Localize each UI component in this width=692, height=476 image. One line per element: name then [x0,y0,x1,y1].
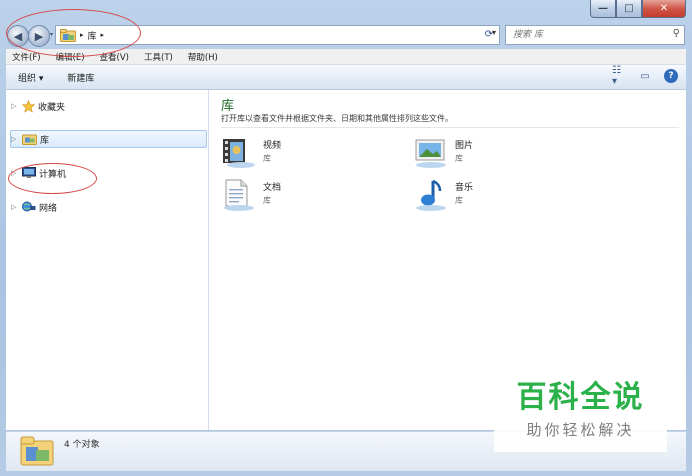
menu-bar: 文件(F) 编辑(E) 查看(V) 工具(T) 帮助(H) [6,49,686,65]
recent-pages-dropdown-icon[interactable]: ▾ [50,31,53,38]
title-bar: — □ ✕ [0,0,692,22]
menu-help[interactable]: 帮助(H) [182,51,218,63]
pictures-library-icon [415,139,446,168]
watermark-title: 百科全说 [516,379,645,415]
nav-label-computer: 计算机 [39,169,67,180]
address-row: ◀ ▶ ▾ ▸ 库 ▸ ▾ ⟳ ⚲ [0,22,692,47]
library-type: 库 [455,196,463,205]
item-count: 4 个对象 [64,440,100,450]
computer-icon [22,167,36,178]
breadcrumb-item-libraries[interactable]: 库 [88,29,97,42]
refresh-icon: ⟳ [484,28,494,40]
library-name: 视频 [263,141,282,151]
nav-item-favorites[interactable]: ▷ 收藏夹 [11,98,65,114]
maximize-button[interactable]: □ [616,0,642,18]
menu-edit[interactable]: 编辑(E) [50,51,85,63]
network-icon [22,201,36,212]
menu-tools[interactable]: 工具(T) [138,51,173,63]
library-name: 图片 [455,141,474,151]
new-library-button[interactable]: 新建库 [67,71,94,84]
help-icon[interactable]: ? [664,69,678,83]
back-arrow-icon: ◀ [13,29,23,43]
command-bar: 组织 ▾ 新建库 ☷ ▾ ▭ ? [6,65,686,90]
refresh-button[interactable]: ⟳ [481,26,497,42]
search-input[interactable] [511,29,665,41]
expand-arrow-icon[interactable]: ▷ [11,169,19,177]
nav-item-network[interactable]: ▷ 网络 [11,199,57,215]
nav-item-libraries[interactable]: ▷ 库 [10,130,207,148]
page-title: 库 [221,99,235,114]
breadcrumb-chevron-icon[interactable]: ▸ [101,31,105,39]
nav-label-favorites: 收藏夹 [38,102,66,113]
library-item-videos[interactable]: 视频 库 [221,136,281,170]
watermark: 百科全说 助你轻松解决 [494,368,667,452]
nav-label-network: 网络 [39,203,58,214]
page-description: 打开库以查看文件并根据文件夹、日期和其他属性排列这些文件。 [221,114,453,123]
divider [221,127,679,128]
change-view-icon[interactable]: ☷ ▾ [612,65,626,87]
library-item-pictures[interactable]: 图片 库 [413,136,473,170]
documents-library-icon [224,179,254,211]
close-button[interactable]: ✕ [642,0,686,18]
library-type: 库 [263,154,271,163]
expand-arrow-icon[interactable]: ▷ [11,102,19,110]
library-folder-icon [22,134,37,145]
back-button[interactable]: ◀ [7,25,29,47]
forward-button[interactable]: ▶ [28,25,50,47]
library-type: 库 [455,154,463,163]
navigation-pane: ▷ 收藏夹 ▷ 库 ▷ 计算机 ▷ 网络 [6,90,209,430]
window-controls: — □ ✕ [590,0,686,18]
explorer-window: — □ ✕ ◀ ▶ ▾ ▸ 库 ▸ ▾ ⟳ ⚲ [0,0,692,476]
preview-pane-icon[interactable]: ▭ [638,69,652,83]
watermark-subtitle: 助你轻松解决 [526,420,635,439]
breadcrumb-separator-icon[interactable]: ▸ [80,31,84,39]
menu-view[interactable]: 查看(V) [94,51,129,63]
music-library-icon [416,179,446,211]
video-library-icon [223,139,255,168]
forward-arrow-icon: ▶ [34,29,44,43]
breadcrumb: ▸ 库 ▸ [60,28,105,42]
nav-label-libraries: 库 [40,135,50,146]
library-type: 库 [263,196,271,205]
library-item-music[interactable]: 音乐 库 [413,178,473,212]
expand-arrow-icon[interactable]: ▷ [11,203,19,211]
view-controls: ☷ ▾ ▭ ? [612,65,678,87]
search-box[interactable]: ⚲ [505,25,685,45]
expand-arrow-icon[interactable]: ▷ [11,135,19,143]
minimize-button[interactable]: — [590,0,616,18]
organize-button[interactable]: 组织 ▾ [18,71,43,84]
search-icon[interactable]: ⚲ [673,28,680,39]
nav-item-computer[interactable]: ▷ 计算机 [11,165,66,181]
library-name: 音乐 [455,183,474,193]
menu-file[interactable]: 文件(F) [6,51,41,63]
library-folder-icon [60,28,76,42]
library-folder-icon [20,436,54,466]
star-icon [22,99,35,113]
new-library-label: 新建库 [67,73,95,84]
library-name: 文档 [263,183,282,193]
address-bar[interactable]: ▸ 库 ▸ ▾ [55,25,500,45]
library-item-documents[interactable]: 文档 库 [221,178,281,212]
organize-label: 组织 ▾ [18,73,44,84]
